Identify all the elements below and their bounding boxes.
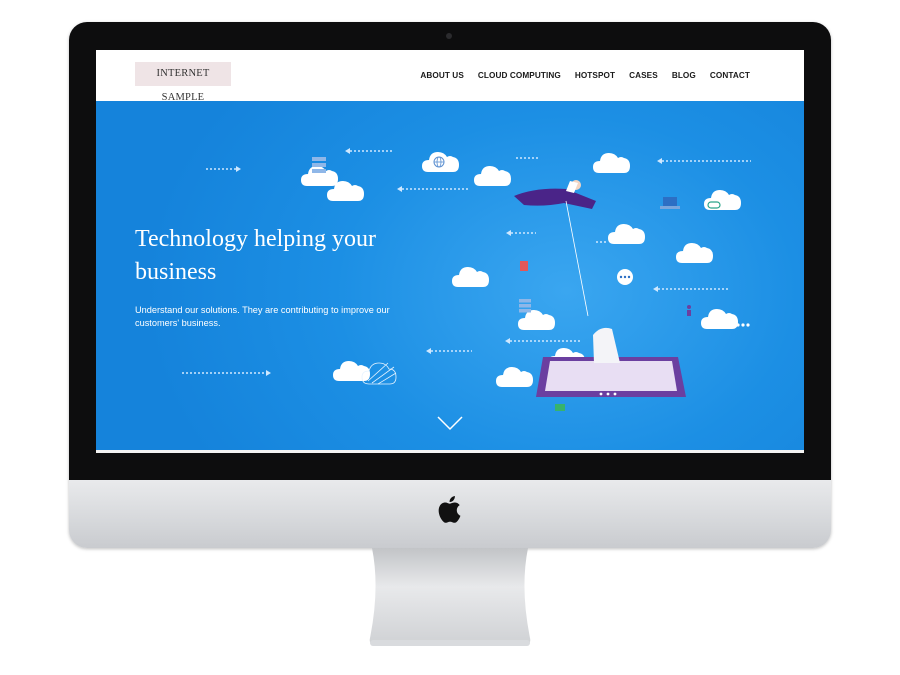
- hero-title: Technology helping your business: [135, 226, 376, 285]
- navbar: INTERNET SAMPLE ABOUT US CLOUD COMPUTING…: [96, 50, 804, 103]
- cloud-icon: [701, 309, 738, 329]
- brand-logo[interactable]: INTERNET SAMPLE: [135, 62, 231, 103]
- monitor-stand: [369, 548, 531, 646]
- document-icon: [520, 261, 528, 271]
- nav-hotspot[interactable]: HOTSPOT: [575, 71, 615, 80]
- apple-logo-icon: [438, 496, 461, 523]
- nav-blog[interactable]: BLOG: [672, 71, 696, 80]
- cloud-icon: [518, 310, 555, 330]
- hero-section: Technology helping your business Underst…: [96, 101, 804, 452]
- flying-person-illustration: [514, 180, 596, 317]
- server-icon: [519, 299, 531, 313]
- hero-subtitle: Understand our solutions. They are contr…: [135, 305, 390, 328]
- nav-cloud-computing[interactable]: CLOUD COMPUTING: [478, 71, 561, 80]
- main-nav: ABOUT US CLOUD COMPUTING HOTSPOT CASES B…: [420, 50, 750, 101]
- email-icon: [555, 404, 565, 411]
- cloud-icon: [704, 190, 741, 210]
- cloud-icon: [676, 243, 713, 263]
- cloud-icon: [333, 361, 370, 381]
- cloud-icon: [608, 224, 645, 244]
- nav-contact[interactable]: CONTACT: [710, 71, 750, 80]
- tablet-illustration: [536, 327, 686, 397]
- screen-edge: [96, 450, 804, 453]
- chevron-down-icon[interactable]: [437, 415, 463, 431]
- nav-about-us[interactable]: ABOUT US: [420, 71, 464, 80]
- cloud-icon: [496, 367, 533, 387]
- website-screen: INTERNET SAMPLE ABOUT US CLOUD COMPUTING…: [96, 50, 804, 452]
- cloud-icon: [474, 166, 511, 186]
- cloud-icon: [593, 153, 630, 173]
- camera-icon: [446, 33, 452, 39]
- laptop-icon: [660, 197, 680, 209]
- nav-cases[interactable]: CASES: [629, 71, 658, 80]
- chat-bubble-icon: [617, 269, 633, 285]
- server-icon: [312, 157, 326, 173]
- user-icon: [687, 305, 691, 316]
- cloud-icon: [452, 267, 489, 287]
